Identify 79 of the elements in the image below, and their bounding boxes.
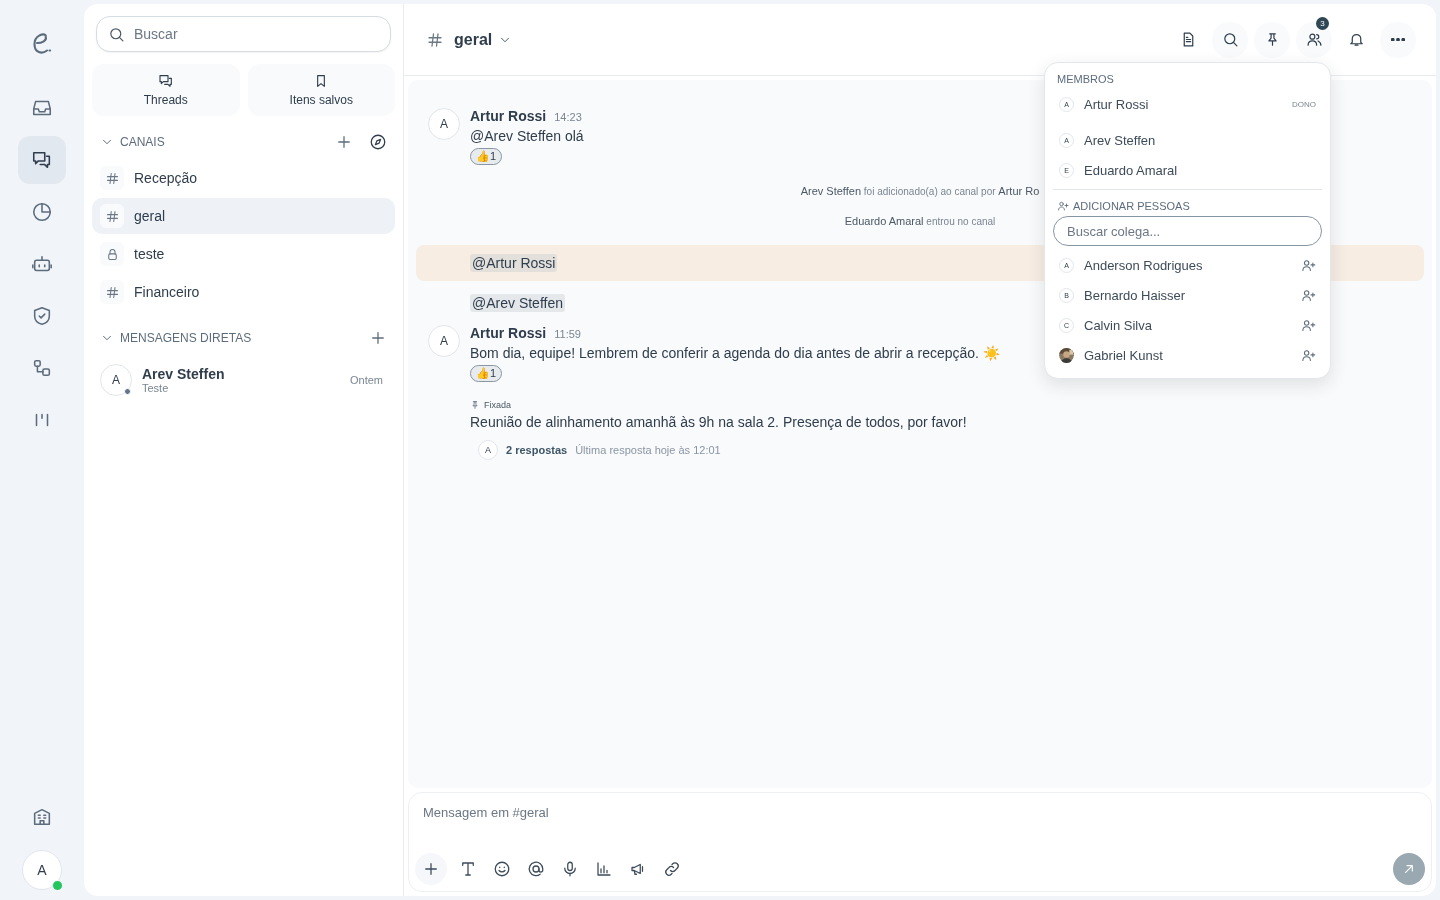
shield-icon <box>31 305 53 327</box>
mention-chip[interactable]: @Arev Steffen <box>470 294 565 312</box>
add-user-icon[interactable] <box>1301 317 1316 333</box>
channel-item[interactable]: teste <box>92 236 395 272</box>
add-user-icon <box>1057 200 1069 212</box>
pie-chart-icon <box>31 201 53 223</box>
pin-icon <box>470 400 480 410</box>
message-composer[interactable]: Mensagem em #geral <box>408 792 1432 892</box>
mention-chip[interactable]: @Artur Rossi <box>470 254 558 272</box>
person-name: Gabriel Kunst <box>1084 347 1163 363</box>
section-heading: CANAIS <box>120 135 165 149</box>
person-name: Anderson Rodrigues <box>1084 257 1203 273</box>
last-reply-time: Última resposta hoje às 12:01 <box>575 444 721 456</box>
rail-button[interactable] <box>18 136 66 184</box>
channel-item[interactable]: Financeiro <box>92 274 395 310</box>
add-icon[interactable] <box>369 329 387 347</box>
plus-icon <box>422 860 440 878</box>
section-heading: ADICIONAR PESSOAS <box>1073 200 1190 212</box>
message-text: Reunião de alinhamento amanhã às 9h na sala 2. Presença de todos, por favor! <box>470 414 968 430</box>
replies-link[interactable]: 2 respostas <box>506 444 568 456</box>
link-icon[interactable] <box>663 860 681 878</box>
building-icon[interactable] <box>31 806 53 828</box>
bell-icon <box>1347 31 1365 48</box>
channel-title[interactable]: geral <box>454 30 493 49</box>
timestamp: 11:59 <box>554 328 581 340</box>
user-avatar: A <box>428 108 460 140</box>
add-button[interactable] <box>415 853 447 885</box>
direct-message-item[interactable]: A Arev Steffen Teste Ontem <box>92 356 395 404</box>
hash-icon <box>104 284 120 300</box>
chat-icon <box>31 149 53 171</box>
hash-icon <box>426 30 444 49</box>
search-field[interactable]: Buscar colega... <box>1053 216 1322 246</box>
channel-item[interactable]: Recepção <box>92 160 395 196</box>
user-avatar[interactable]: A <box>22 850 62 890</box>
add-user-icon[interactable] <box>1301 347 1316 363</box>
hash-icon <box>104 208 120 224</box>
count-badge: 3 <box>1316 16 1329 30</box>
person-name: Calvin Silva <box>1084 317 1152 333</box>
person-name: Bernardo Haisser <box>1084 287 1186 303</box>
chart-icon[interactable] <box>595 860 613 878</box>
search-icon <box>1221 31 1239 48</box>
toolbar-button[interactable] <box>1254 21 1290 58</box>
toolbar-button[interactable] <box>1380 21 1416 58</box>
microphone-icon[interactable] <box>561 860 579 878</box>
channel-item[interactable]: geral <box>92 198 395 234</box>
pinned-label: Fixada <box>484 400 511 410</box>
nodes-icon <box>31 357 53 379</box>
system-message: Eduardo Amaral entrou no canal <box>844 216 996 227</box>
system-message: Arev Steffen foi adicionado(a) ao canal por Artur Ro <box>800 186 1040 197</box>
add-user-icon[interactable] <box>1301 287 1316 303</box>
toolbar-button[interactable] <box>1212 21 1248 58</box>
shortcut-button[interactable]: Itens salvos <box>247 64 395 116</box>
timestamp: 14:23 <box>554 111 582 123</box>
section-heading: MENSAGENS DIRETAS <box>120 331 252 345</box>
compass-icon[interactable] <box>369 133 387 151</box>
chat-icon <box>157 73 174 89</box>
message-text: @Arev Steffen olá <box>470 128 584 144</box>
message-input[interactable]: Mensagem em #geral <box>421 803 1425 853</box>
author-name[interactable]: Artur Rossi <box>470 108 547 124</box>
users-icon <box>1305 31 1323 48</box>
hash-icon <box>104 170 120 186</box>
message-preview: Teste <box>142 382 170 394</box>
message-text: Bom dia, equipe! Lembrem de conferir a agenda do dia antes de abrir a recepção. ☀ <box>470 345 1000 361</box>
search-icon <box>108 26 125 43</box>
section-heading: MEMBROS <box>1056 73 1115 87</box>
author-name[interactable]: Artur Rossi <box>470 325 547 341</box>
timestamp: Ontem <box>350 374 383 386</box>
user-avatar: A <box>478 440 498 460</box>
contact-name: Arev Steffen <box>142 366 226 382</box>
user-avatar: A <box>428 325 460 357</box>
more-icon <box>1391 37 1405 42</box>
send-button[interactable] <box>1393 853 1425 885</box>
shortcut-button[interactable]: Threads <box>92 64 240 116</box>
add-icon[interactable] <box>335 133 353 151</box>
add-user-icon[interactable] <box>1301 257 1316 273</box>
smile-icon[interactable] <box>493 860 511 878</box>
text-icon[interactable] <box>459 860 477 878</box>
user-avatar: A <box>100 364 132 396</box>
at-icon[interactable] <box>527 860 545 878</box>
